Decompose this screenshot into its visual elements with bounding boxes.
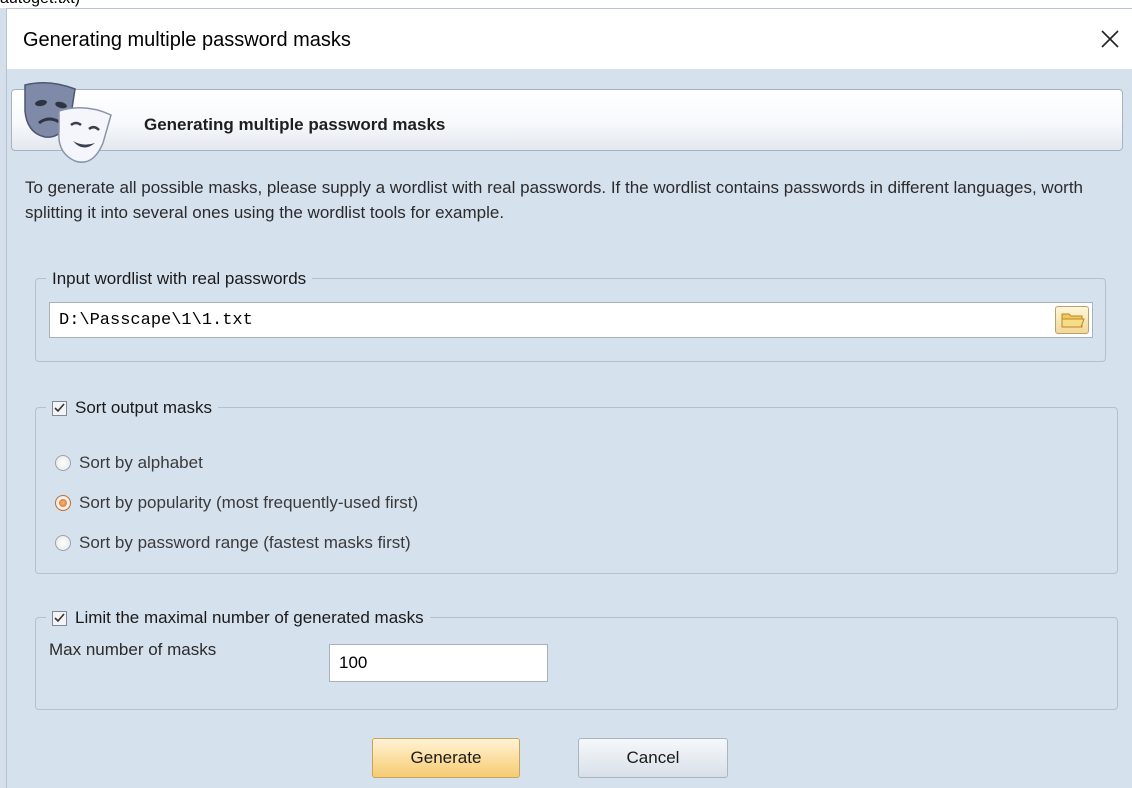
title-bar: Generating multiple password masks [7, 9, 1132, 69]
input-wordlist-legend: Input wordlist with real passwords [46, 267, 313, 291]
radio-label: Sort by popularity (most frequently-used… [79, 493, 419, 512]
dialog-window: Generating multiple password masks Gener… [6, 8, 1132, 788]
background-text-fragment: autoget.txt) [0, 0, 80, 8]
checkmark-icon [54, 613, 65, 623]
sort-output-checkbox[interactable] [52, 400, 67, 416]
close-button[interactable] [1090, 19, 1130, 59]
generate-button[interactable]: Generate [372, 738, 520, 778]
radio-button-selected [55, 495, 71, 511]
banner-title: Generating multiple password masks [144, 115, 446, 134]
radio-label: Sort by alphabet [79, 453, 203, 472]
cancel-button[interactable]: Cancel [578, 738, 728, 778]
radio-sort-popularity[interactable]: Sort by popularity (most frequently-used… [55, 491, 418, 515]
radio-button [55, 535, 71, 551]
background-window-strip: autoget.txt) [0, 0, 1132, 8]
close-icon [1101, 30, 1119, 48]
radio-button [55, 455, 71, 471]
header-banner: Generating multiple password masks [11, 89, 1123, 151]
dialog-title: Generating multiple password masks [23, 29, 351, 51]
limit-masks-checkbox[interactable] [52, 610, 67, 626]
wordlist-path-input[interactable]: D:\Passcape\1\1.txt [49, 302, 1093, 338]
max-masks-label: Max number of masks [49, 640, 217, 659]
radio-label: Sort by password range (fastest masks fi… [79, 533, 411, 552]
folder-icon [1061, 313, 1085, 328]
max-masks-input[interactable]: 100 [329, 644, 548, 682]
sort-output-toggle[interactable]: Sort output masks [46, 396, 219, 420]
limit-masks-toggle[interactable]: Limit the maximal number of generated ma… [46, 606, 430, 630]
description-text: To generate all possible masks, please s… [25, 178, 1084, 222]
sort-output-label: Sort output masks [75, 398, 213, 417]
radio-sort-alphabet[interactable]: Sort by alphabet [55, 451, 203, 475]
radio-sort-range[interactable]: Sort by password range (fastest masks fi… [55, 531, 411, 555]
limit-masks-label: Limit the maximal number of generated ma… [75, 608, 424, 627]
checkmark-icon [54, 403, 65, 413]
input-wordlist-group: Input wordlist with real passwords D:\Pa… [35, 267, 1106, 362]
limit-masks-group: Limit the maximal number of generated ma… [35, 606, 1118, 710]
browse-folder-button[interactable] [1055, 306, 1089, 334]
theater-masks-icon [24, 82, 112, 163]
